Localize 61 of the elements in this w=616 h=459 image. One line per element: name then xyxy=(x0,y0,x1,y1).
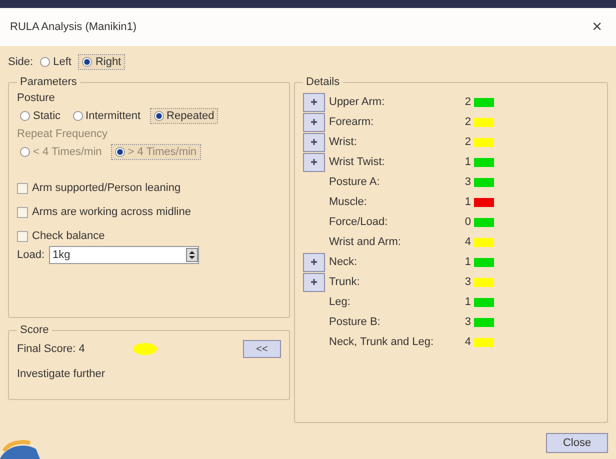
plus-icon xyxy=(311,139,317,145)
detail-score: 4 xyxy=(464,336,471,348)
detail-label: Trunk: xyxy=(329,276,361,288)
detail-score: 1 xyxy=(464,196,471,208)
frequency-label: Repeat Frequency xyxy=(17,128,108,140)
plus-icon xyxy=(311,159,317,165)
expand-button[interactable] xyxy=(303,152,325,172)
load-label: Load: xyxy=(17,249,45,261)
plus-icon xyxy=(311,99,317,105)
posture-label: Posture xyxy=(17,92,56,104)
close-button[interactable]: × xyxy=(588,17,606,37)
detail-score: 2 xyxy=(464,136,471,148)
group-title: Details xyxy=(305,76,341,88)
close-button[interactable]: Close xyxy=(546,433,608,453)
collapse-button[interactable]: << xyxy=(243,340,281,358)
detail-label: Forearm: xyxy=(329,116,375,128)
detail-score: 3 xyxy=(464,276,471,288)
detail-label: Neck: xyxy=(329,256,358,268)
detail-label: Muscle: xyxy=(329,196,368,208)
detail-label: Neck, Trunk and Leg: xyxy=(329,336,435,348)
detail-score: 2 xyxy=(464,116,471,128)
detail-label: Wrist and Arm: xyxy=(329,236,402,248)
detail-label: Upper Arm: xyxy=(329,96,386,108)
checkbox[interactable]: Arm supported/Person leaning xyxy=(17,182,281,194)
score-advice: Investigate further xyxy=(17,368,106,380)
expand-button[interactable] xyxy=(303,252,325,272)
detail-label: Force/Load: xyxy=(329,216,389,228)
detail-label: Posture A: xyxy=(329,176,381,188)
plus-icon xyxy=(311,259,317,265)
group-title: Score xyxy=(19,324,50,336)
group-title: Parameters xyxy=(19,76,78,88)
expand-button[interactable] xyxy=(303,132,325,152)
expand-button[interactable] xyxy=(303,272,325,292)
detail-label: Leg: xyxy=(329,296,352,308)
detail-score: 1 xyxy=(464,256,471,268)
spinner-icon[interactable] xyxy=(186,248,198,262)
detail-label: Posture B: xyxy=(329,316,382,328)
detail-score: 3 xyxy=(464,176,471,188)
radio-option[interactable]: Repeated xyxy=(150,108,218,124)
detail-score: 3 xyxy=(464,316,471,328)
final-score: Final Score: 4 xyxy=(17,343,85,355)
radio-option[interactable]: Left xyxy=(37,55,74,69)
detail-score: 4 xyxy=(464,236,471,248)
radio-option[interactable]: Right xyxy=(78,54,126,70)
detail-score: 1 xyxy=(464,156,471,168)
checkbox[interactable]: Arms are working across midline xyxy=(17,206,281,218)
plus-icon xyxy=(311,279,317,285)
detail-score: 0 xyxy=(464,216,471,228)
detail-score: 2 xyxy=(464,96,471,108)
plus-icon xyxy=(311,119,317,125)
radio-option[interactable]: Static xyxy=(17,109,64,123)
checkbox[interactable]: Check balance xyxy=(17,230,281,242)
load-field[interactable]: 1kg xyxy=(48,246,199,264)
radio-option[interactable]: Intermittent xyxy=(70,109,144,123)
detail-label: Wrist: xyxy=(329,136,358,148)
window-title: RULA Analysis (Manikin1) xyxy=(10,21,137,33)
detail-label: Wrist Twist: xyxy=(329,156,386,168)
expand-button[interactable] xyxy=(303,92,325,112)
expand-button[interactable] xyxy=(303,112,325,132)
detail-score: 1 xyxy=(464,296,471,308)
side-label: Side: xyxy=(8,56,34,68)
